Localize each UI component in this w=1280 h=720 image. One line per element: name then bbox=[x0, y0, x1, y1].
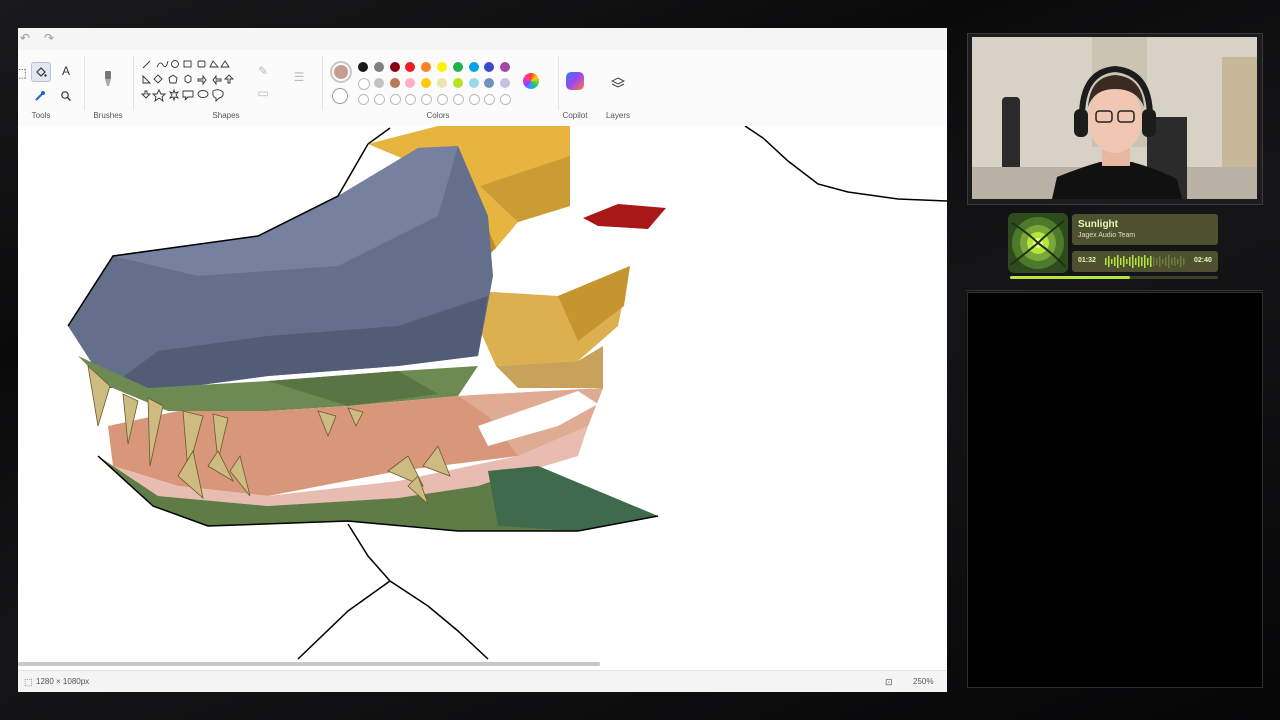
shapes-group-label: Shapes bbox=[212, 111, 240, 120]
color-swatch[interactable] bbox=[358, 62, 368, 72]
custom-color-slot[interactable] bbox=[358, 94, 369, 105]
paint-window: ↶ ↷ ⬚ A Tools Brushes Shapes ✎ ▭ ☰ Color… bbox=[18, 28, 947, 692]
divider bbox=[558, 56, 559, 110]
color-swatch[interactable] bbox=[452, 78, 463, 88]
track-timeline: 01:32 02:40 bbox=[1072, 251, 1218, 272]
color-swatch[interactable] bbox=[484, 78, 495, 88]
brush-icon[interactable] bbox=[98, 68, 118, 90]
color-swatch[interactable] bbox=[500, 78, 511, 88]
custom-color-slot[interactable] bbox=[484, 94, 496, 105]
progress-bar bbox=[1010, 276, 1218, 279]
color-swatch[interactable] bbox=[484, 62, 495, 72]
chat-panel bbox=[967, 292, 1263, 688]
magnifier-icon[interactable] bbox=[57, 87, 75, 105]
color-swatch[interactable] bbox=[421, 78, 432, 88]
webcam-video bbox=[972, 37, 1257, 199]
custom-color-slot[interactable] bbox=[452, 94, 464, 105]
drawing-canvas[interactable] bbox=[18, 126, 947, 663]
color-swatch[interactable] bbox=[389, 62, 400, 72]
color-1[interactable] bbox=[334, 65, 348, 79]
outline-icon[interactable]: ✎ bbox=[254, 62, 272, 80]
selection-tool-icon[interactable]: ⬚ bbox=[18, 64, 30, 82]
canvas-size-text: 1280 × 1080px bbox=[36, 677, 90, 686]
artwork bbox=[67, 126, 947, 660]
color-swatch[interactable] bbox=[421, 62, 432, 72]
color-swatch[interactable] bbox=[452, 62, 463, 72]
custom-color-slot[interactable] bbox=[437, 94, 448, 105]
copilot-group-label: Copilot bbox=[562, 111, 588, 120]
fill-tool-icon[interactable] bbox=[31, 62, 51, 82]
custom-color-slot[interactable] bbox=[373, 94, 385, 105]
quick-access-bar: ↶ ↷ bbox=[18, 28, 947, 50]
copilot-icon[interactable] bbox=[566, 72, 584, 90]
audio-visualizer bbox=[1105, 255, 1185, 268]
current-color-ring[interactable] bbox=[330, 61, 352, 83]
song-artist: Jagex Audio Team bbox=[1078, 232, 1136, 239]
color-2[interactable] bbox=[332, 88, 348, 104]
colors-group-label: Colors bbox=[426, 111, 450, 120]
song-title: Sunlight bbox=[1078, 219, 1118, 230]
color-swatch[interactable] bbox=[500, 62, 511, 72]
color-swatch[interactable] bbox=[373, 62, 384, 72]
custom-color-slot[interactable] bbox=[468, 94, 480, 105]
divider bbox=[322, 56, 323, 110]
color-swatch[interactable] bbox=[405, 78, 416, 88]
custom-color-slot[interactable] bbox=[389, 94, 401, 105]
custom-color-slot[interactable] bbox=[421, 94, 433, 105]
total-time: 02:40 bbox=[1194, 257, 1212, 264]
brushes-group-label: Brushes bbox=[93, 111, 123, 120]
color-picker-icon[interactable] bbox=[31, 87, 49, 105]
zoom-level[interactable]: 250% bbox=[913, 677, 933, 686]
color-swatch[interactable] bbox=[468, 62, 479, 72]
status-bar: ⬚ 1280 × 1080px ⊡ 250% bbox=[18, 670, 947, 692]
canvas-size-icon: ⬚ bbox=[24, 677, 33, 687]
elapsed-time: 01:32 bbox=[1078, 257, 1096, 264]
shapes-gallery[interactable] bbox=[139, 58, 245, 110]
layers-icon[interactable] bbox=[609, 74, 627, 92]
text-tool-icon[interactable]: A bbox=[57, 62, 75, 80]
divider bbox=[133, 56, 134, 110]
divider bbox=[84, 56, 85, 110]
progress-bar-fill bbox=[1010, 276, 1130, 279]
color-swatch[interactable] bbox=[437, 78, 447, 88]
layers-group-label: Layers bbox=[605, 111, 630, 120]
custom-color-slot[interactable] bbox=[405, 94, 417, 105]
album-art bbox=[1008, 213, 1068, 273]
edit-colors-icon[interactable] bbox=[523, 73, 539, 89]
custom-color-slot[interactable] bbox=[500, 94, 512, 105]
color-swatch[interactable] bbox=[468, 78, 479, 88]
color-swatch[interactable] bbox=[358, 78, 370, 90]
tools-group-label: Tools bbox=[31, 111, 51, 120]
shape-size-icon[interactable]: ☰ bbox=[290, 68, 308, 86]
ribbon: ⬚ A Tools Brushes Shapes ✎ ▭ ☰ Colors Co… bbox=[18, 50, 947, 127]
color-swatch[interactable] bbox=[437, 62, 447, 72]
color-swatch[interactable] bbox=[405, 62, 416, 72]
horizontal-scrollbar[interactable] bbox=[18, 662, 600, 666]
redo-icon[interactable]: ↷ bbox=[44, 31, 54, 45]
fill-icon[interactable]: ▭ bbox=[254, 84, 272, 102]
now-playing-widget: Sunlight Jagex Audio Team 01:32 02:40 bbox=[1008, 210, 1220, 282]
fit-to-window-icon[interactable]: ⊡ bbox=[885, 677, 893, 688]
track-info: Sunlight Jagex Audio Team bbox=[1072, 214, 1218, 245]
color-swatch[interactable] bbox=[373, 78, 384, 88]
undo-icon[interactable]: ↶ bbox=[20, 31, 30, 45]
color-swatch[interactable] bbox=[389, 78, 400, 88]
